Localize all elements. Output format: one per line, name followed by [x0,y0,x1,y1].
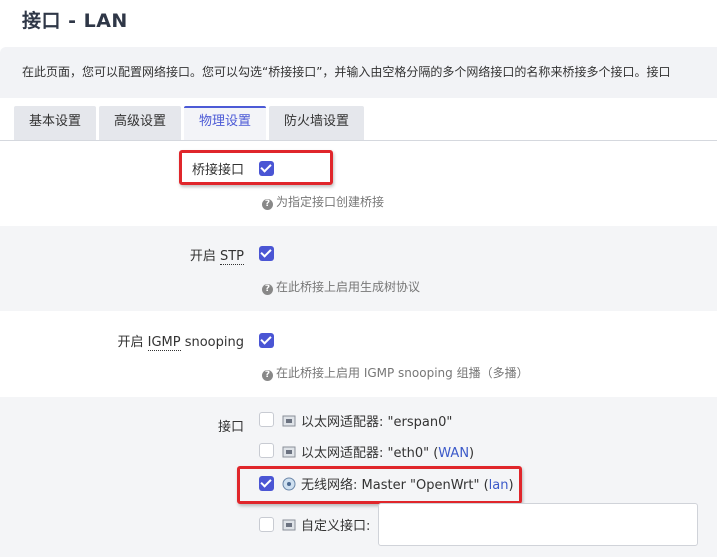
interface-option-eth0: 以太网适配器: "eth0" (WAN) [282,442,474,461]
stp-checkbox[interactable] [259,246,274,261]
wan-network-link[interactable]: WAN [438,446,469,461]
help-icon: ? [262,370,273,381]
ethernet-adapter-icon [282,415,296,427]
stp-abbr: STP [219,249,244,265]
stp-hint: ? 在此桥接上启用生成树协议 [262,278,420,295]
tab-bar: 基本设置 高级设置 物理设置 防火墙设置 [0,98,717,141]
interface-checkbox-eth0[interactable] [259,443,274,458]
highlight-box-bridge [179,150,333,185]
help-icon: ? [262,284,273,295]
tab-basic-settings[interactable]: 基本设置 [14,106,96,140]
help-icon: ? [262,199,273,210]
igmp-abbr: IGMP [147,335,181,351]
igmp-snooping-checkbox[interactable] [259,333,274,348]
custom-interface-input[interactable] [378,503,698,546]
stp-row: 开启 STP ? 在此桥接上启用生成树协议 [0,226,717,311]
bridge-interfaces-hint: ? 为指定接口创建桥接 [262,193,384,210]
interface-checkbox-custom[interactable] [259,517,274,532]
bridge-interfaces-row: 桥接接口 ? 为指定接口创建桥接 [0,141,717,226]
stp-label: 开启 STP [189,249,244,265]
ethernet-adapter-icon [282,519,296,531]
highlight-box-wireless [237,466,522,504]
interface-checkbox-erspan0[interactable] [259,412,274,427]
tab-advanced-settings[interactable]: 高级设置 [99,106,181,140]
ethernet-adapter-icon [282,446,296,458]
igmp-snooping-hint: ? 在此桥接上启用 IGMP snooping 组播（多播） [262,364,529,381]
interfaces-label: 接口 [217,420,244,435]
interface-option-custom: 自定义接口: [282,515,370,534]
tab-firewall-settings[interactable]: 防火墙设置 [269,106,364,140]
igmp-snooping-row: 开启 IGMP snooping ? 在此桥接上启用 IGMP snooping … [0,311,717,397]
tab-physical-settings[interactable]: 物理设置 [184,106,266,140]
page-description: 在此页面，您可以配置网络接口。您可以勾选“桥接接口”，并输入由空格分隔的多个网络… [0,47,717,98]
igmp-snooping-label: 开启 IGMP snooping [117,335,244,351]
interface-option-erspan0: 以太网适配器: "erspan0" [282,411,452,430]
page-title: 接口 - LAN [22,10,128,32]
